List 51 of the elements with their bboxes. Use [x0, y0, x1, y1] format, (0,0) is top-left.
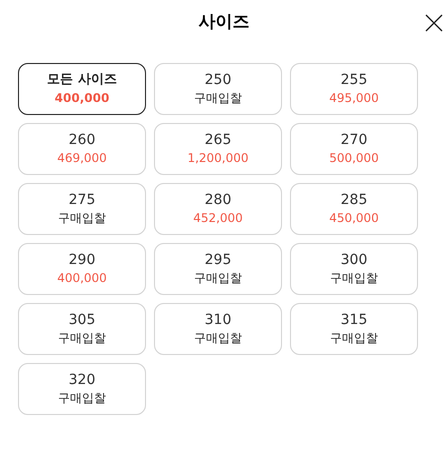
- size-option[interactable]: 315 구매입찰: [290, 303, 418, 355]
- size-option[interactable]: 320 구매입찰: [18, 363, 146, 415]
- size-option[interactable]: 265 1,200,000: [154, 123, 282, 175]
- size-label: 315: [340, 311, 368, 329]
- size-option[interactable]: 310 구매입찰: [154, 303, 282, 355]
- size-label: 300: [340, 251, 368, 269]
- size-label: 모든 사이즈: [47, 71, 117, 89]
- price-text: 469,000: [57, 150, 107, 167]
- size-option[interactable]: 255 495,000: [290, 63, 418, 115]
- bid-text: 구매입찰: [194, 330, 242, 347]
- size-option[interactable]: 290 400,000: [18, 243, 146, 295]
- size-option[interactable]: 295 구매입찰: [154, 243, 282, 295]
- bid-text: 구매입찰: [330, 330, 378, 347]
- price-text: 450,000: [329, 210, 379, 227]
- bid-text: 구매입찰: [58, 210, 106, 227]
- size-option[interactable]: 275 구매입찰: [18, 183, 146, 235]
- price-text: 452,000: [193, 210, 243, 227]
- size-option[interactable]: 260 469,000: [18, 123, 146, 175]
- price-text: 495,000: [329, 90, 379, 107]
- bid-text: 구매입찰: [58, 330, 106, 347]
- size-label: 290: [68, 251, 96, 269]
- size-option[interactable]: 280 452,000: [154, 183, 282, 235]
- size-label: 285: [340, 191, 368, 209]
- close-button[interactable]: [424, 13, 444, 33]
- close-icon: [425, 14, 443, 32]
- dialog-title: 사이즈: [198, 11, 250, 34]
- size-label: 250: [204, 71, 232, 89]
- size-option[interactable]: 250 구매입찰: [154, 63, 282, 115]
- size-label: 275: [68, 191, 96, 209]
- size-option[interactable]: 모든 사이즈 400,000: [18, 63, 146, 115]
- size-option[interactable]: 300 구매입찰: [290, 243, 418, 295]
- size-label: 265: [204, 131, 232, 149]
- size-label: 310: [204, 311, 232, 329]
- size-option[interactable]: 270 500,000: [290, 123, 418, 175]
- price-text: 400,000: [57, 270, 107, 287]
- size-label: 305: [68, 311, 96, 329]
- size-label: 270: [340, 131, 368, 149]
- bid-text: 구매입찰: [194, 270, 242, 287]
- bid-text: 구매입찰: [194, 90, 242, 107]
- size-label: 295: [204, 251, 232, 269]
- size-label: 280: [204, 191, 232, 209]
- price-text: 400,000: [54, 90, 110, 107]
- bid-text: 구매입찰: [330, 270, 378, 287]
- price-text: 1,200,000: [187, 150, 249, 167]
- size-label: 320: [68, 371, 96, 389]
- price-text: 500,000: [329, 150, 379, 167]
- size-option[interactable]: 305 구매입찰: [18, 303, 146, 355]
- size-label: 255: [340, 71, 368, 89]
- size-label: 260: [68, 131, 96, 149]
- bid-text: 구매입찰: [58, 390, 106, 407]
- size-option[interactable]: 285 450,000: [290, 183, 418, 235]
